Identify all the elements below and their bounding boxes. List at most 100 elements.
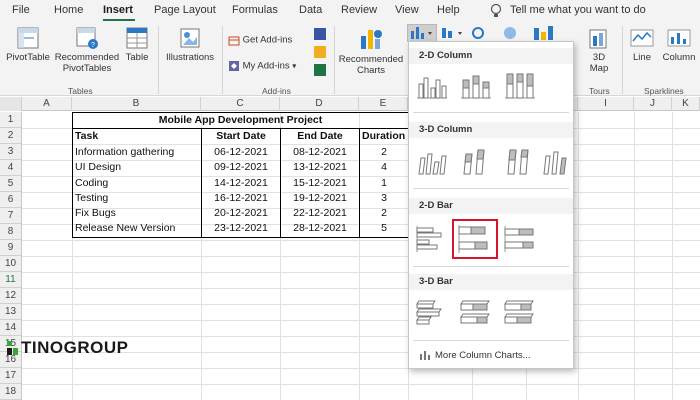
- row-header[interactable]: 14: [0, 320, 22, 336]
- insert-column-chart-button[interactable]: [407, 24, 437, 42]
- row-header[interactable]: 8: [0, 224, 22, 240]
- duration-cell[interactable]: 5: [360, 221, 408, 236]
- grid-line: [22, 288, 700, 289]
- header-end-date[interactable]: End Date: [281, 129, 359, 144]
- tab-insert[interactable]: Insert: [103, 4, 133, 16]
- clustered-column-icon[interactable]: [415, 70, 449, 100]
- tab-home[interactable]: Home: [54, 4, 83, 16]
- row-header[interactable]: 11: [0, 272, 22, 288]
- row-header[interactable]: 2: [0, 128, 22, 144]
- bing-maps-icon[interactable]: [314, 46, 326, 58]
- tab-data[interactable]: Data: [299, 4, 322, 16]
- grid-line: [22, 256, 700, 257]
- column-header[interactable]: K: [672, 97, 700, 111]
- row-header[interactable]: 13: [0, 304, 22, 320]
- row-header[interactable]: 17: [0, 368, 22, 384]
- row-header[interactable]: 12: [0, 288, 22, 304]
- duration-cell[interactable]: 2: [360, 206, 408, 221]
- table-button[interactable]: Table: [122, 26, 152, 63]
- row-header[interactable]: 6: [0, 192, 22, 208]
- pivottable-icon: [17, 27, 39, 49]
- 3d-stacked-column-icon[interactable]: [459, 146, 493, 176]
- row-header[interactable]: 9: [0, 240, 22, 256]
- stacked-bar-icon[interactable]: [452, 219, 498, 259]
- illustrations-button[interactable]: Illustrations: [162, 26, 218, 63]
- 100-stacked-bar-icon[interactable]: [503, 224, 537, 254]
- duration-cell[interactable]: 4: [360, 160, 408, 175]
- 3d-clustered-bar-icon[interactable]: [415, 298, 449, 328]
- duration-cell[interactable]: 1: [360, 176, 408, 191]
- tell-me-search[interactable]: Tell me what you want to do: [510, 4, 646, 16]
- task-cell[interactable]: Information gathering: [75, 145, 199, 160]
- 3d-100-stacked-bar-icon[interactable]: [503, 298, 537, 328]
- start-date-cell[interactable]: 14-12-2021: [202, 176, 280, 191]
- sparkline-line-button[interactable]: Line: [628, 26, 656, 63]
- start-date-cell[interactable]: 23-12-2021: [202, 221, 280, 236]
- end-date-cell[interactable]: 08-12-2021: [281, 145, 359, 160]
- duration-cell[interactable]: 2: [360, 145, 408, 160]
- hierarchy-chart-icon[interactable]: [440, 26, 468, 40]
- recommended-pivottables-button[interactable]: ? Recommended PivotTables: [52, 26, 122, 74]
- tab-view[interactable]: View: [395, 4, 419, 16]
- row-header[interactable]: 5: [0, 176, 22, 192]
- project-title[interactable]: Mobile App Development Project: [73, 113, 408, 128]
- pivottable-button[interactable]: PivotTable: [6, 26, 50, 63]
- sparkline-column-button[interactable]: Column: [660, 26, 698, 63]
- tab-help[interactable]: Help: [437, 4, 460, 16]
- column-header[interactable]: I: [578, 97, 634, 111]
- task-cell[interactable]: Testing: [75, 191, 199, 206]
- 3d-stacked-bar-icon[interactable]: [459, 298, 493, 328]
- column-header[interactable]: A: [22, 97, 72, 111]
- recommended-charts-button[interactable]: Recommended Charts: [338, 26, 404, 76]
- row-header[interactable]: 1: [0, 112, 22, 128]
- column-header[interactable]: B: [72, 97, 201, 111]
- column-header[interactable]: C: [201, 97, 280, 111]
- start-date-cell[interactable]: 20-12-2021: [202, 206, 280, 221]
- more-column-charts-link[interactable]: More Column Charts...: [419, 350, 531, 361]
- 3d-clustered-column-icon[interactable]: [415, 146, 449, 176]
- duration-cell[interactable]: 3: [360, 191, 408, 206]
- 3d-100-stacked-column-icon[interactable]: [503, 146, 537, 176]
- start-date-cell[interactable]: 16-12-2021: [202, 191, 280, 206]
- column-header[interactable]: J: [634, 97, 672, 111]
- header-start-date[interactable]: Start Date: [202, 129, 280, 144]
- select-all-corner[interactable]: [0, 97, 22, 111]
- task-cell[interactable]: UI Design: [75, 160, 199, 175]
- 100-stacked-column-icon[interactable]: [503, 70, 537, 100]
- clustered-bar-icon[interactable]: [415, 224, 449, 254]
- row-header[interactable]: 10: [0, 256, 22, 272]
- tab-formulas[interactable]: Formulas: [232, 4, 278, 16]
- end-date-cell[interactable]: 19-12-2021: [281, 191, 359, 206]
- 3d-map-button[interactable]: 3D Map: [586, 26, 612, 74]
- waterfall-chart-icon[interactable]: [470, 26, 490, 40]
- end-date-cell[interactable]: 22-12-2021: [281, 206, 359, 221]
- row-header[interactable]: 18: [0, 384, 22, 400]
- end-date-cell[interactable]: 28-12-2021: [281, 221, 359, 236]
- tab-review[interactable]: Review: [341, 4, 377, 16]
- start-date-cell[interactable]: 06-12-2021: [202, 145, 280, 160]
- tab-page-layout[interactable]: Page Layout: [154, 4, 216, 16]
- row-header[interactable]: 4: [0, 160, 22, 176]
- end-date-cell[interactable]: 13-12-2021: [281, 160, 359, 175]
- tab-file[interactable]: File: [12, 4, 30, 16]
- task-cell[interactable]: Release New Version: [75, 221, 199, 236]
- 3d-column-icon[interactable]: [541, 146, 571, 176]
- row-header[interactable]: 3: [0, 144, 22, 160]
- get-addins-button[interactable]: Get Add-ins: [228, 34, 306, 46]
- column-header[interactable]: E: [359, 97, 408, 111]
- end-date-cell[interactable]: 15-12-2021: [281, 176, 359, 191]
- pivotchart-icon[interactable]: [532, 24, 558, 42]
- column-header[interactable]: D: [280, 97, 359, 111]
- start-date-cell[interactable]: 09-12-2021: [202, 160, 280, 175]
- row-header[interactable]: 7: [0, 208, 22, 224]
- my-addins-button[interactable]: My Add-ins ▾: [228, 60, 308, 72]
- task-cell[interactable]: Fix Bugs: [75, 206, 199, 221]
- pie-chart-icon[interactable]: [500, 26, 520, 40]
- people-graph-icon[interactable]: [314, 64, 326, 76]
- visio-icon[interactable]: [314, 28, 326, 40]
- task-cell[interactable]: Coding: [75, 176, 199, 191]
- group-tours-label: Tours: [589, 86, 610, 96]
- header-task[interactable]: Task: [75, 129, 199, 144]
- stacked-column-icon[interactable]: [459, 70, 493, 100]
- header-duration[interactable]: Duration: [362, 129, 408, 144]
